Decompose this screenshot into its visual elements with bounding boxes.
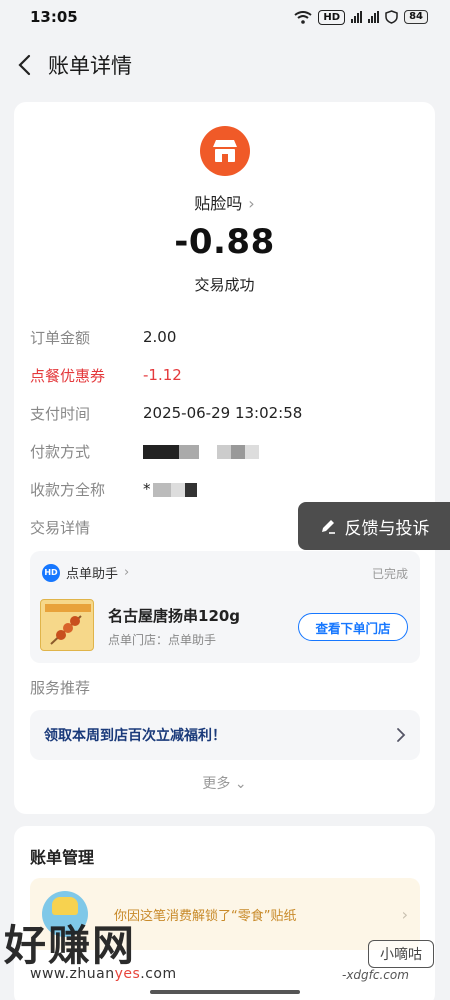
- row-coupon: 点餐优惠券 -1.12: [30, 364, 182, 386]
- chevron-down-icon: ⌄: [234, 776, 247, 792]
- row-label: 付款方式: [30, 442, 91, 461]
- bill-card: 贴脸吗 › -0.88 交易成功 订单金额 2.00 点餐优惠券 -1.12 支付…: [14, 102, 435, 814]
- row-transaction-details: 交易详情: [30, 516, 143, 538]
- merchant-name-text: 贴脸吗: [194, 194, 243, 213]
- chevron-right-icon: ›: [248, 194, 255, 213]
- watermark-logo: 好赚网: [4, 921, 137, 970]
- edit-icon: [321, 520, 335, 534]
- order-helper-name: 点单助手: [66, 567, 119, 582]
- order-helper-link[interactable]: HD 点单助手 ›: [42, 563, 129, 582]
- chevron-right-icon: ›: [401, 904, 408, 924]
- row-value: -1.12: [143, 366, 182, 384]
- status-icons: HD 84: [294, 9, 428, 25]
- product-thumbnail: [40, 599, 94, 651]
- merchant-name[interactable]: 贴脸吗 ›: [14, 190, 435, 214]
- more-label: 更多: [202, 776, 231, 792]
- transaction-status: 交易成功: [194, 276, 255, 294]
- home-indicator[interactable]: [150, 990, 300, 994]
- back-button[interactable]: [0, 40, 48, 90]
- payee-star: *: [143, 480, 151, 498]
- row-payment-method: 付款方式: [30, 440, 259, 462]
- row-pay-time: 支付时间 2025-06-29 13:02:58: [30, 402, 302, 424]
- service-section-label: 服务推荐: [30, 679, 91, 697]
- watermark-url: www.zhuanyes.com: [30, 966, 177, 982]
- battery-indicator: 84: [404, 10, 428, 24]
- watermark-site: -xdgfc.com: [342, 968, 409, 982]
- row-value: 2025-06-29 13:02:58: [143, 404, 303, 422]
- promo-text: 领取本周到店百次立减福利！: [44, 728, 226, 744]
- more-button[interactable]: 更多 ⌄: [14, 773, 435, 793]
- row-label: 点餐优惠券: [30, 366, 106, 385]
- row-label: 收款方全称: [30, 480, 106, 499]
- row-value: 2.00: [143, 328, 177, 346]
- feedback-button[interactable]: 反馈与投诉: [298, 502, 450, 550]
- hd-badge: HD: [318, 9, 346, 25]
- nav-bar: 账单详情: [0, 40, 450, 90]
- order-status: 已完成: [371, 567, 408, 581]
- order-helper-logo: HD: [42, 563, 60, 582]
- row-order-amount: 订单金额 2.00: [30, 326, 176, 348]
- product-name: 名古屋唐扬串120g: [108, 607, 241, 625]
- row-label: 订单金额: [30, 328, 91, 347]
- payee-masked: *: [143, 480, 197, 498]
- payment-method-masked: [143, 442, 259, 460]
- transaction-amount: -0.88: [174, 222, 275, 262]
- signal-icon-2: [368, 11, 380, 23]
- shield-icon: [385, 10, 398, 24]
- page-title: 账单详情: [48, 54, 132, 78]
- row-label: 支付时间: [30, 404, 91, 423]
- chevron-right-icon: [397, 728, 406, 742]
- chevron-right-icon: ›: [124, 565, 130, 580]
- signal-icon: [351, 11, 363, 23]
- wifi-icon: [294, 10, 313, 24]
- merchant-store-icon: [200, 126, 250, 176]
- status-time: 13:05: [30, 8, 78, 26]
- sticker-text: 你因这笔消费解锁了“零食”贴纸: [114, 908, 297, 924]
- watermark-badge: 小嘀咕: [368, 940, 434, 968]
- watermark-url-suffix: .com: [140, 966, 177, 982]
- status-bar: 13:05 HD 84: [0, 0, 450, 34]
- row-label: 交易详情: [30, 518, 91, 537]
- chevron-left-icon: [18, 54, 31, 76]
- promo-banner[interactable]: 领取本周到店百次立减福利！: [30, 710, 420, 760]
- order-store: 点单门店：点单助手: [108, 633, 217, 647]
- order-detail-box: HD 点单助手 › 已完成 名古屋唐扬串120g 点单门店：点单助手 查看下单门…: [30, 551, 420, 663]
- feedback-label: 反馈与投诉: [344, 518, 430, 539]
- view-store-button[interactable]: 查看下单门店: [298, 613, 408, 641]
- watermark-url-highlight: yes: [114, 966, 141, 982]
- row-payee: 收款方全称 *: [30, 478, 197, 500]
- watermark-url-prefix: www.zhuan: [30, 966, 115, 982]
- bill-management-title: 账单管理: [30, 848, 95, 867]
